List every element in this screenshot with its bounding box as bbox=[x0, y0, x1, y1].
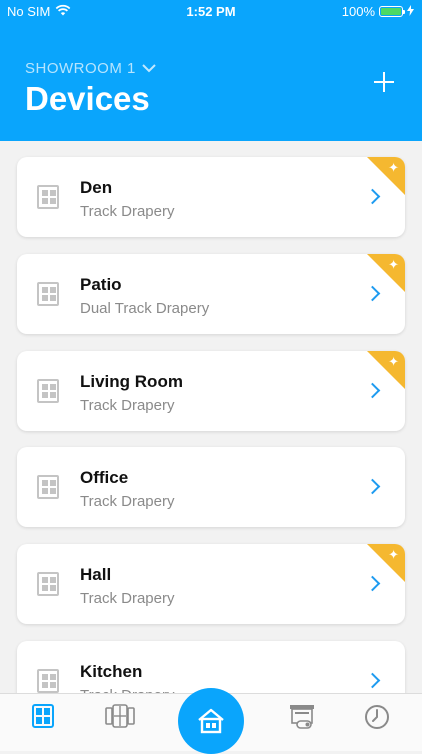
device-card[interactable]: Hall Track Drapery ✦ bbox=[17, 544, 405, 624]
badge-corner bbox=[367, 544, 405, 582]
window-icon bbox=[37, 185, 59, 209]
clock-icon bbox=[365, 705, 389, 729]
device-name: Kitchen bbox=[80, 662, 143, 681]
window-icon bbox=[37, 282, 59, 306]
house-icon bbox=[198, 708, 224, 734]
window-icon bbox=[32, 704, 54, 728]
tab-home[interactable] bbox=[178, 688, 244, 754]
add-device-button[interactable] bbox=[372, 70, 396, 94]
location-label: SHOWROOM 1 bbox=[25, 60, 136, 77]
badge-corner bbox=[367, 157, 405, 195]
window-icon bbox=[37, 572, 59, 596]
battery-percent: 100% bbox=[341, 4, 375, 19]
badge-corner bbox=[367, 254, 405, 292]
location-selector[interactable]: SHOWROOM 1 bbox=[25, 60, 156, 77]
charging-icon bbox=[407, 4, 414, 19]
device-name: Office bbox=[80, 468, 129, 487]
device-name: Den bbox=[80, 178, 113, 197]
device-type: Dual Track Drapery bbox=[80, 300, 210, 317]
device-card[interactable]: Patio Dual Track Drapery ✦ bbox=[17, 254, 405, 334]
device-type: Track Drapery bbox=[80, 590, 175, 607]
badge-corner bbox=[367, 351, 405, 389]
device-list: Den Track Drapery ✦ Patio Dual Track Dra… bbox=[0, 141, 422, 693]
window-icon bbox=[37, 475, 59, 499]
star-badge-icon: ✦ bbox=[388, 547, 399, 562]
chevron-down-icon bbox=[142, 60, 156, 77]
group-window-icon bbox=[105, 704, 135, 728]
chevron-right-icon bbox=[364, 672, 381, 689]
tab-scenes[interactable] bbox=[282, 704, 322, 740]
device-type: Track Drapery bbox=[80, 397, 175, 414]
device-name: Patio bbox=[80, 275, 122, 294]
battery-icon bbox=[379, 6, 405, 17]
window-icon bbox=[37, 379, 59, 403]
page-title: Devices bbox=[25, 80, 150, 117]
scene-icon bbox=[290, 705, 314, 729]
tab-bar bbox=[0, 688, 422, 754]
device-card[interactable]: Office Track Drapery bbox=[17, 447, 405, 527]
star-badge-icon: ✦ bbox=[388, 354, 399, 369]
device-name: Living Room bbox=[80, 372, 183, 391]
chevron-right-icon bbox=[364, 478, 381, 495]
device-card[interactable]: Living Room Track Drapery ✦ bbox=[17, 351, 405, 431]
header: No SIM 1:52 PM 100% SHOWROOM 1 Devices bbox=[0, 0, 422, 141]
tab-schedules[interactable] bbox=[357, 704, 397, 740]
window-icon bbox=[37, 669, 59, 693]
tab-groups[interactable] bbox=[100, 704, 140, 740]
status-right: 100% bbox=[342, 4, 414, 19]
tab-devices[interactable] bbox=[23, 704, 63, 740]
device-name: Hall bbox=[80, 565, 112, 584]
star-badge-icon: ✦ bbox=[388, 160, 399, 175]
device-card[interactable]: Kitchen Track Drapery bbox=[17, 641, 405, 693]
device-card[interactable]: Den Track Drapery ✦ bbox=[17, 157, 405, 237]
status-bar: No SIM 1:52 PM 100% bbox=[0, 0, 422, 24]
star-badge-icon: ✦ bbox=[388, 257, 399, 272]
device-type: Track Drapery bbox=[80, 203, 175, 220]
device-type: Track Drapery bbox=[80, 493, 175, 510]
